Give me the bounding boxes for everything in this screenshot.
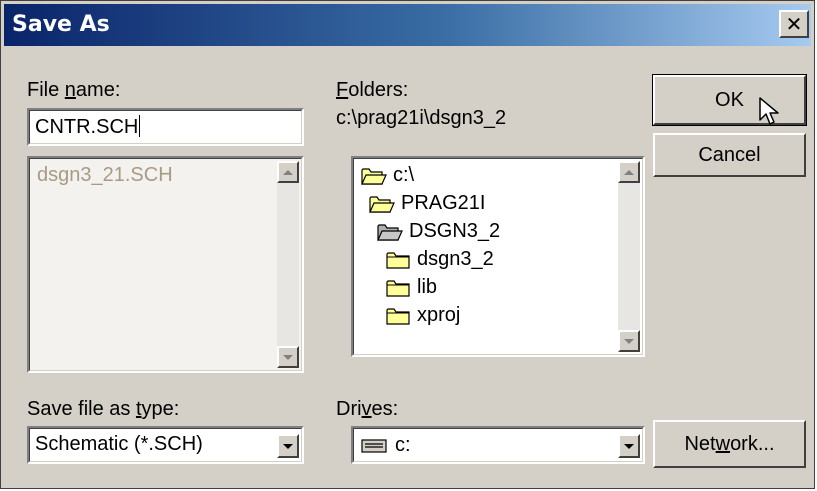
scroll-down-button[interactable] (277, 346, 299, 368)
current-folder-path: c:\prag21i\dsgn3_2 (336, 107, 507, 129)
folder-open-selected-icon (377, 223, 403, 241)
file-type-dropdown-button[interactable] (277, 434, 299, 458)
file-name-label: File name: (27, 79, 121, 101)
file-type-value: Schematic (*.SCH) (35, 433, 203, 455)
arrow-down-icon (624, 338, 634, 344)
drives-value: c: (395, 434, 411, 456)
file-type-label: Save file as type: (27, 398, 180, 420)
cancel-button[interactable]: Cancel (653, 133, 806, 177)
folder-open-icon (361, 167, 387, 185)
folder-item-c-root[interactable]: c:\ (361, 164, 414, 187)
arrow-down-icon (283, 354, 293, 360)
drives-label: Drives: (336, 398, 399, 420)
folder-item-lib[interactable]: lib (385, 276, 437, 299)
chevron-down-icon (283, 443, 293, 449)
folders-label: Folders: (336, 79, 409, 101)
folder-closed-icon (386, 307, 410, 325)
file-type-select[interactable]: Schematic (*.SCH) (27, 426, 304, 464)
folder-item-dsgn3-2-current[interactable]: DSGN3_2 (377, 220, 500, 243)
file-list-scrollbar[interactable] (277, 161, 299, 368)
file-name-input[interactable]: CNTR.SCH (27, 108, 304, 146)
scroll-up-button[interactable] (618, 161, 640, 183)
drives-select[interactable]: c: (351, 426, 645, 464)
drive-icon (361, 438, 387, 453)
text-caret (139, 115, 141, 137)
arrow-up-icon (283, 169, 293, 175)
folder-tree-scrollbar[interactable] (618, 161, 640, 352)
folder-item-xproj[interactable]: xproj (385, 304, 460, 327)
close-icon: ✕ (785, 12, 803, 36)
network-button[interactable]: Net w ork... (653, 420, 806, 468)
file-name-value: CNTR.SCH (35, 116, 139, 138)
folder-tree[interactable]: c:\ PRAG21I DSGN3_2 dsgn3_2 lib xproj (351, 156, 645, 357)
chevron-down-icon (624, 443, 634, 449)
scroll-down-button[interactable] (618, 330, 640, 352)
folder-item-prag21i[interactable]: PRAG21I (369, 192, 485, 215)
save-as-dialog: Save As ✕ File name: CNTR.SCH dsgn3_21.S… (0, 0, 815, 489)
file-list[interactable]: dsgn3_21.SCH (27, 156, 304, 373)
folder-closed-icon (386, 279, 410, 297)
dialog-title: Save As (12, 12, 110, 37)
arrow-up-icon (624, 169, 634, 175)
folder-open-icon (369, 195, 395, 213)
folder-item-dsgn3-2[interactable]: dsgn3_2 (385, 248, 494, 271)
folder-closed-icon (386, 251, 410, 269)
close-button[interactable]: ✕ (779, 10, 809, 38)
mouse-pointer-icon (759, 97, 779, 125)
file-list-item[interactable]: dsgn3_21.SCH (37, 164, 173, 187)
title-bar[interactable]: Save As ✕ (4, 4, 811, 46)
drives-dropdown-button[interactable] (618, 434, 640, 458)
scroll-up-button[interactable] (277, 161, 299, 183)
